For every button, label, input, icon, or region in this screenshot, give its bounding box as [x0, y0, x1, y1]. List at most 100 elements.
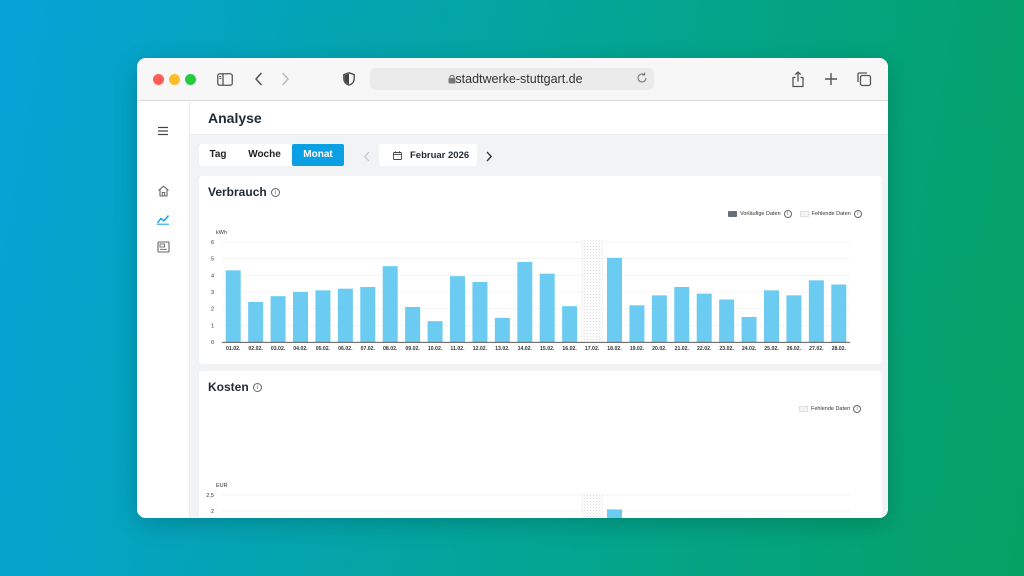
period-tabs: Tag Woche Monat — [199, 144, 344, 166]
consumption-x-tick-label: 12.02. — [473, 346, 488, 352]
costs-card: Kosten i Fehlende Daten i EUR00,511,522,… — [199, 371, 882, 518]
consumption-x-tick-label: 05.02. — [316, 346, 331, 352]
consumption-x-tick-label: 21.02. — [675, 346, 690, 352]
consumption-x-tick-label: 13.02. — [495, 346, 510, 352]
consumption-bar[interactable] — [427, 321, 443, 342]
consumption-bar[interactable] — [607, 257, 622, 342]
consumption-bar[interactable] — [539, 273, 555, 342]
forward-arrow-icon[interactable] — [275, 69, 295, 89]
privacy-shield-icon[interactable] — [339, 69, 359, 89]
consumption-x-tick-label: 15.02. — [540, 346, 555, 352]
costs-y-tick-label: 2,5 — [206, 493, 214, 499]
tab-overview-icon[interactable] — [854, 69, 874, 89]
consumption-bar[interactable] — [293, 292, 308, 342]
consumption-bar[interactable] — [270, 296, 286, 342]
consumption-x-tick-label: 17.02. — [585, 346, 600, 352]
analytics-chart-icon[interactable] — [155, 211, 171, 227]
url-text: stadtwerke-stuttgart.de — [455, 72, 583, 86]
zoom-window-button[interactable] — [185, 74, 196, 85]
tab-week[interactable]: Woche — [237, 144, 292, 166]
new-tab-icon[interactable] — [821, 69, 841, 89]
consumption-x-tick-label: 03.02. — [271, 346, 286, 352]
consumption-y-tick-label: 3 — [211, 290, 214, 296]
date-picker-label: Februar 2026 — [410, 149, 470, 161]
consumption-bar[interactable] — [808, 280, 824, 342]
consumption-bar[interactable] — [405, 307, 421, 342]
consumption-chart: kWh 0 1 2 3 4 5 6 01.02. 02.02. 03.02. 04.02. 05.02.… — [211, 230, 850, 352]
consumption-x-tick-label: 22.02. — [697, 346, 712, 352]
consumption-bar[interactable] — [248, 302, 264, 342]
menu-icon[interactable] — [155, 123, 171, 139]
costs-bar[interactable] — [607, 509, 622, 518]
consumption-card: Verbrauch i Vorläufige Daten i Fehlende … — [199, 176, 882, 364]
consumption-bar[interactable] — [831, 284, 847, 343]
consumption-x-tick-label: 28.02. — [832, 346, 847, 352]
browser-window: stadtwerke-stuttgart.de Analyse Tag Woch… — [137, 58, 888, 518]
consumption-y-tick-label: 6 — [211, 240, 214, 246]
browser-toolbar: stadtwerke-stuttgart.de — [137, 58, 888, 101]
consumption-bar[interactable] — [450, 276, 465, 342]
page-title: Analyse — [208, 110, 262, 126]
next-period-chevron-icon[interactable] — [485, 149, 493, 167]
tab-day[interactable]: Tag — [199, 144, 237, 166]
consumption-x-tick-label: 07.02. — [361, 346, 376, 352]
consumption-x-tick-label: 04.02. — [293, 346, 308, 352]
tab-month[interactable]: Monat — [292, 144, 344, 166]
consumption-y-tick-label: 0 — [211, 340, 214, 346]
consumption-bar[interactable] — [786, 295, 802, 342]
costs-unit-label: EUR — [216, 483, 228, 489]
consumption-bar[interactable] — [562, 306, 578, 342]
consumption-y-tick-label: 4 — [211, 273, 214, 279]
consumption-bar[interactable] — [764, 290, 779, 342]
consumption-x-tick-label: 20.02. — [652, 346, 667, 352]
calendar-icon — [393, 150, 402, 160]
costs-missing-data-area — [581, 493, 603, 518]
consumption-y-tick-label: 2 — [211, 307, 214, 313]
consumption-x-tick-label: 23.02. — [719, 346, 734, 352]
consumption-bar[interactable] — [651, 295, 667, 342]
consumption-x-tick-label: 01.02. — [226, 346, 241, 352]
consumption-x-tick-label: 26.02. — [787, 346, 802, 352]
share-icon[interactable] — [788, 69, 808, 89]
costs-chart: EUR00,511,522,5 — [206, 483, 850, 518]
lock-icon — [448, 73, 456, 87]
consumption-bar[interactable] — [315, 290, 331, 342]
consumption-x-tick-label: 10.02. — [428, 346, 443, 352]
consumption-x-tick-label: 02.02. — [248, 346, 263, 352]
consumption-x-tick-label: 27.02. — [809, 346, 824, 352]
address-bar[interactable]: stadtwerke-stuttgart.de — [370, 68, 654, 90]
date-picker[interactable]: Februar 2026 — [379, 144, 477, 166]
consumption-bar[interactable] — [472, 282, 488, 342]
consumption-bar[interactable] — [719, 299, 735, 343]
consumption-x-tick-label: 25.02. — [764, 346, 779, 352]
consumption-bar[interactable] — [360, 287, 376, 342]
back-arrow-icon[interactable] — [249, 69, 269, 89]
consumption-bar[interactable] — [629, 305, 645, 342]
meter-icon[interactable] — [155, 239, 171, 255]
consumption-bar[interactable] — [494, 317, 510, 342]
consumption-bar[interactable] — [382, 266, 398, 342]
consumption-x-tick-label: 18.02. — [607, 346, 622, 352]
app-sidebar — [137, 101, 190, 518]
sidebar-toggle-icon[interactable] — [215, 69, 235, 89]
minimize-window-button[interactable] — [169, 74, 180, 85]
consumption-unit-label: kWh — [216, 230, 227, 236]
consumption-bar[interactable] — [337, 288, 353, 342]
consumption-bar[interactable] — [674, 287, 690, 342]
page-header: Analyse — [190, 101, 888, 135]
main-content: Tag Woche Monat Februar 2026 Verbrauch i… — [190, 135, 888, 518]
consumption-x-tick-label: 19.02. — [630, 346, 645, 352]
reload-icon[interactable] — [636, 72, 648, 87]
consumption-y-tick-label: 1 — [211, 323, 214, 329]
consumption-x-tick-label: 11.02. — [450, 346, 465, 352]
consumption-y-tick-label: 5 — [211, 257, 214, 263]
consumption-bar[interactable] — [741, 317, 757, 342]
previous-period-chevron-icon[interactable] — [363, 149, 371, 167]
costs-y-tick-label: 2 — [211, 509, 214, 515]
home-icon[interactable] — [155, 183, 171, 199]
consumption-bar[interactable] — [517, 262, 533, 342]
consumption-x-tick-label: 09.02. — [405, 346, 420, 352]
consumption-bar[interactable] — [696, 293, 712, 342]
close-window-button[interactable] — [153, 74, 164, 85]
consumption-bar[interactable] — [225, 270, 241, 342]
